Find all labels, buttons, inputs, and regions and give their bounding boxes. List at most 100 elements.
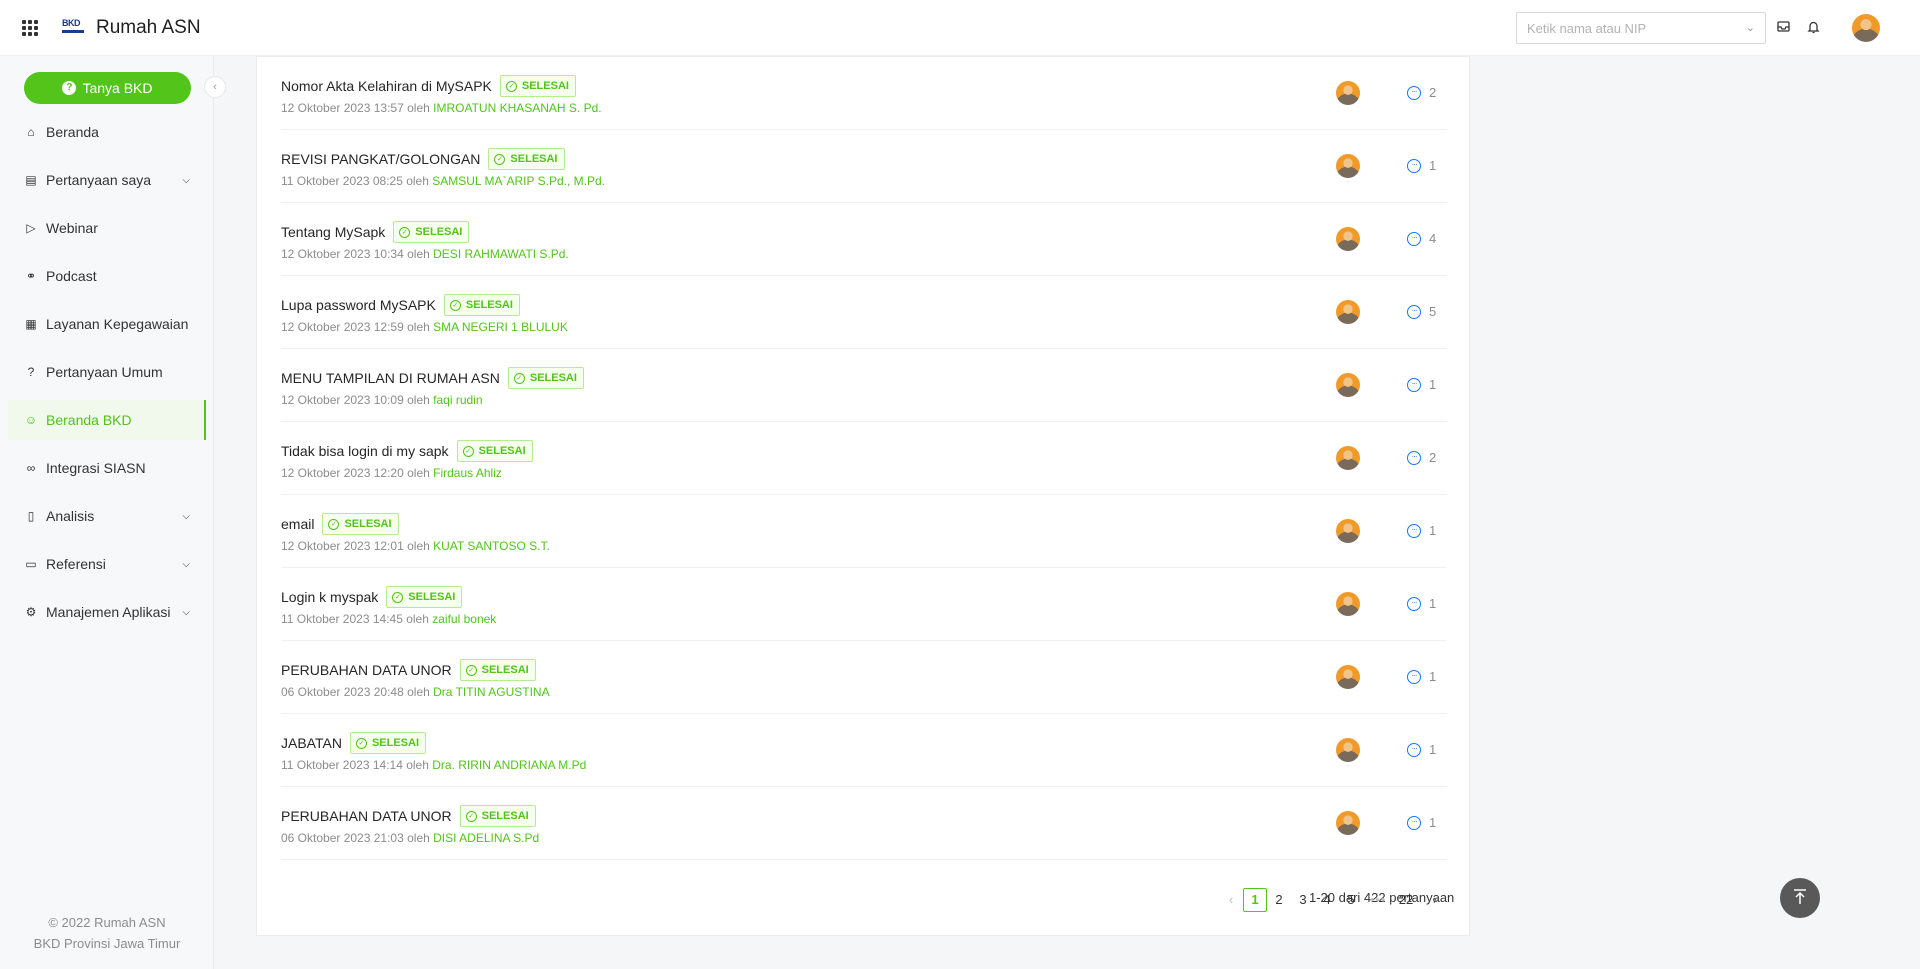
question-title[interactable]: Tidak bisa login di my sapk — [281, 443, 449, 459]
comment-count-value: 1 — [1429, 523, 1437, 538]
status-label: SELESAI — [344, 518, 392, 530]
sidebar-item-pertanyaan-umum[interactable]: ? Pertanyaan Umum — [8, 352, 206, 392]
collapse-sidebar-button[interactable]: ‹ — [204, 76, 226, 98]
question-title[interactable]: Nomor Akta Kelahiran di MySAPK — [281, 78, 492, 94]
page-last-button[interactable]: 22 — [1394, 888, 1418, 912]
by-label: oleh — [407, 539, 430, 553]
by-label: oleh — [406, 758, 429, 772]
next-page-button[interactable]: › — [1423, 888, 1447, 912]
sidebar-item-pertanyaan-saya[interactable]: ▤ Pertanyaan saya ⌵ — [8, 160, 206, 200]
question-row[interactable]: email ✓ SELESAI 12 Oktober 2023 12:01 oleh … — [281, 495, 1447, 568]
sidebar-item-layanan-kepegawaian[interactable]: ▦ Layanan Kepegawaian — [8, 304, 206, 344]
inbox-icon[interactable] — [1775, 20, 1791, 36]
sidebar-item-webinar[interactable]: ▷ Webinar — [8, 208, 206, 248]
question-row[interactable]: REVISI PANGKAT/GOLONGAN ✓ SELESAI 11 Oktobe… — [281, 130, 1447, 203]
question-title[interactable]: Login k myspak — [281, 589, 378, 605]
question-row[interactable]: Lupa password MySAPK ✓ SELESAI 12 Oktober 2… — [281, 276, 1447, 349]
question-author[interactable]: Dra TITIN AGUSTINA — [433, 685, 549, 699]
comment-count: ··· 1 — [1407, 158, 1436, 173]
question-author[interactable]: KUAT SANTOSO S.T. — [433, 539, 550, 553]
question-row[interactable]: PERUBAHAN DATA UNOR ✓ SELESAI 06 Oktober 20… — [281, 641, 1447, 714]
sidebar-item-label: Integrasi SIASN — [46, 460, 146, 476]
question-title[interactable]: MENU TAMPILAN DI RUMAH ASN — [281, 370, 500, 386]
question-meta: 12 Oktober 2023 12:01 oleh KUAT SANTOSO … — [281, 539, 550, 553]
comment-count: ··· 1 — [1407, 523, 1436, 538]
question-row[interactable]: Login k myspak ✓ SELESAI 11 Oktober 2023 14… — [281, 568, 1447, 641]
question-title[interactable]: REVISI PANGKAT/GOLONGAN — [281, 151, 480, 167]
question-title[interactable]: JABATAN — [281, 735, 342, 751]
question-title[interactable]: Tentang MySapk — [281, 224, 385, 240]
question-title[interactable]: Lupa password MySAPK — [281, 297, 436, 313]
question-row[interactable]: PERUBAHAN DATA UNOR ✓ SELESAI 06 Oktober 20… — [281, 787, 1447, 860]
question-row[interactable]: Nomor Akta Kelahiran di MySAPK ✓ SELESAI 12… — [281, 57, 1447, 130]
sidebar-item-beranda-bkd[interactable]: ☺ Beranda BKD — [8, 400, 206, 440]
responder-avatar — [1336, 811, 1360, 835]
user-avatar[interactable] — [1852, 14, 1880, 42]
question-date: 11 Oktober 2023 08:25 — [281, 174, 403, 188]
sidebar-item-integrasi-siasn[interactable]: ∞ Integrasi SIASN — [8, 448, 206, 488]
employee-search-select[interactable]: Ketik nama atau NIP ⌄ — [1516, 12, 1766, 44]
book-icon: ▭ — [25, 557, 37, 571]
status-label: SELESAI — [465, 299, 513, 311]
page-4-button[interactable]: 4 — [1315, 888, 1339, 912]
chevron-down-icon: ⌵ — [182, 510, 190, 522]
app-grid-icon[interactable] — [22, 20, 38, 36]
question-meta: 12 Oktober 2023 10:34 oleh DESI RAHMAWAT… — [281, 247, 569, 261]
ask-bkd-button[interactable]: ? Tanya BKD — [24, 72, 191, 104]
pagination-ellipsis[interactable]: ••• — [1366, 888, 1390, 912]
message-icon: ··· — [1407, 669, 1421, 684]
question-row[interactable]: JABATAN ✓ SELESAI 11 Oktober 2023 14:14 ole… — [281, 714, 1447, 787]
question-meta: 12 Oktober 2023 13:57 oleh IMROATUN KHAS… — [281, 101, 602, 115]
bell-icon[interactable] — [1805, 20, 1821, 36]
status-badge: ✓ SELESAI — [322, 513, 399, 535]
question-author[interactable]: Firdaus Ahliz — [433, 466, 502, 480]
page-2-button[interactable]: 2 — [1267, 888, 1291, 912]
api-icon: ∞ — [26, 461, 36, 475]
sidebar-item-beranda[interactable]: ⌂ Beranda — [8, 112, 206, 152]
back-to-top-button[interactable] — [1780, 878, 1820, 918]
question-author[interactable]: IMROATUN KHASANAH S. Pd. — [433, 101, 601, 115]
question-title[interactable]: PERUBAHAN DATA UNOR — [281, 808, 452, 824]
question-date: 12 Oktober 2023 12:01 — [281, 539, 404, 553]
question-author[interactable]: faqi rudin — [433, 393, 482, 407]
page-1-button[interactable]: 1 — [1243, 888, 1267, 912]
question-list-card: Nomor Akta Kelahiran di MySAPK ✓ SELESAI 12… — [256, 56, 1470, 936]
status-badge: ✓ SELESAI — [349, 732, 427, 754]
question-row[interactable]: MENU TAMPILAN DI RUMAH ASN ✓ SELESAI 12 Okt… — [281, 349, 1447, 422]
question-title[interactable]: email — [281, 516, 314, 532]
sidebar-item-analisis[interactable]: ▯ Analisis ⌵ — [8, 496, 206, 536]
sidebar-item-referensi[interactable]: ▭ Referensi ⌵ — [8, 544, 206, 584]
sidebar-item-label: Layanan Kepegawaian — [46, 316, 189, 332]
status-badge: ✓ SELESAI — [507, 367, 584, 389]
search-placeholder: Ketik nama atau NIP — [1527, 21, 1647, 36]
page-3-button[interactable]: 3 — [1291, 888, 1315, 912]
comment-count-value: 1 — [1429, 815, 1437, 830]
status-label: SELESAI — [415, 226, 463, 238]
responder-avatar — [1336, 81, 1360, 105]
question-author[interactable]: DISI ADELINA S.Pd — [433, 831, 539, 845]
message-icon: ··· — [1407, 450, 1421, 465]
sidebar-item-label: Referensi — [46, 556, 106, 572]
status-badge: ✓ SELESAI — [488, 148, 565, 170]
prev-page-button[interactable]: ‹ — [1219, 888, 1243, 912]
question-title[interactable]: PERUBAHAN DATA UNOR — [281, 662, 452, 678]
question-meta: 06 Oktober 2023 21:03 oleh DISI ADELINA … — [281, 831, 539, 845]
sidebar-item-label: Pertanyaan Umum — [46, 364, 163, 380]
sidebar-item-podcast[interactable]: ⚭ Podcast — [8, 256, 206, 296]
question-author[interactable]: DESI RAHMAWATI S.Pd. — [433, 247, 569, 261]
question-author[interactable]: zaiful bonek — [432, 612, 496, 626]
question-row[interactable]: Tentang MySapk ✓ SELESAI 12 Oktober 2023 10… — [281, 203, 1447, 276]
question-author[interactable]: SAMSUL MA`ARIP S.Pd., M.Pd. — [432, 174, 605, 188]
question-author[interactable]: SMA NEGERI 1 BLULUK — [433, 320, 568, 334]
question-author[interactable]: Dra. RIRIN ANDRIANA M.Pd — [432, 758, 586, 772]
message-icon: ··· — [1407, 377, 1421, 392]
comment-count: ··· 1 — [1407, 596, 1436, 611]
question-row[interactable]: Tidak bisa login di my sapk ✓ SELESAI 12 Ok… — [281, 422, 1447, 495]
check-circle-icon: ✓ — [328, 518, 340, 530]
page-5-button[interactable]: 5 — [1339, 888, 1363, 912]
sidebar-item-manajemen-aplikasi[interactable]: ⚙ Manajemen Aplikasi ⌵ — [8, 592, 206, 632]
chart-icon: ▯ — [27, 509, 35, 523]
question-meta: 12 Oktober 2023 10:09 oleh faqi rudin — [281, 393, 483, 407]
status-badge: ✓ SELESAI — [459, 659, 536, 681]
question-date: 06 Oktober 2023 20:48 — [281, 685, 404, 699]
